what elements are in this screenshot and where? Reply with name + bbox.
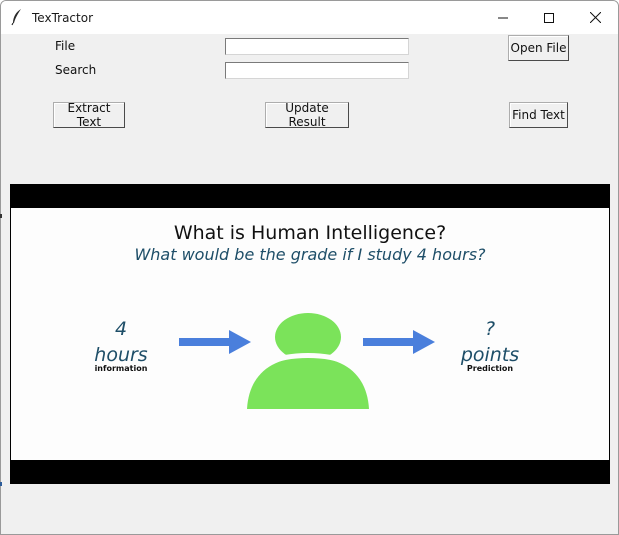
window-title: TexTractor bbox=[32, 11, 93, 25]
search-label: Search bbox=[55, 63, 97, 77]
slide-image: What is Human Intelligence? What would b… bbox=[11, 208, 609, 460]
title-bar[interactable]: TexTractor bbox=[1, 1, 618, 34]
update-result-button[interactable]: Update Result bbox=[265, 101, 349, 129]
open-file-button[interactable]: Open File bbox=[508, 35, 569, 61]
close-icon bbox=[589, 12, 601, 23]
minimize-icon bbox=[498, 17, 508, 18]
window-edge-mark bbox=[0, 482, 2, 486]
extract-text-button[interactable]: Extract Text bbox=[53, 101, 125, 129]
find-text-button[interactable]: Find Text bbox=[509, 102, 568, 128]
image-display: What is Human Intelligence? What would b… bbox=[10, 184, 610, 484]
input-caption: information bbox=[94, 364, 148, 373]
arrow-right-icon bbox=[363, 330, 435, 354]
feather-icon bbox=[11, 9, 21, 26]
app-window: TexTractor File Open File Search Extract… bbox=[0, 0, 619, 535]
close-button[interactable] bbox=[572, 1, 618, 34]
arrow-right-icon bbox=[179, 330, 251, 354]
maximize-button[interactable] bbox=[526, 1, 572, 34]
output-value: ? bbox=[484, 318, 496, 340]
input-unit: hours bbox=[94, 344, 148, 366]
window-edge-mark bbox=[0, 214, 2, 218]
file-label: File bbox=[55, 39, 76, 53]
file-input[interactable] bbox=[225, 38, 409, 55]
person-icon bbox=[247, 313, 369, 409]
input-value: 4 bbox=[114, 318, 128, 340]
slide-subtitle: What would be the grade if I study 4 hou… bbox=[134, 245, 486, 264]
minimize-button[interactable] bbox=[480, 1, 526, 34]
slide-title: What is Human Intelligence? bbox=[173, 222, 447, 244]
search-input[interactable] bbox=[225, 62, 409, 79]
output-caption: Prediction bbox=[466, 364, 514, 373]
output-unit: points bbox=[460, 344, 520, 366]
maximize-icon bbox=[544, 12, 554, 23]
